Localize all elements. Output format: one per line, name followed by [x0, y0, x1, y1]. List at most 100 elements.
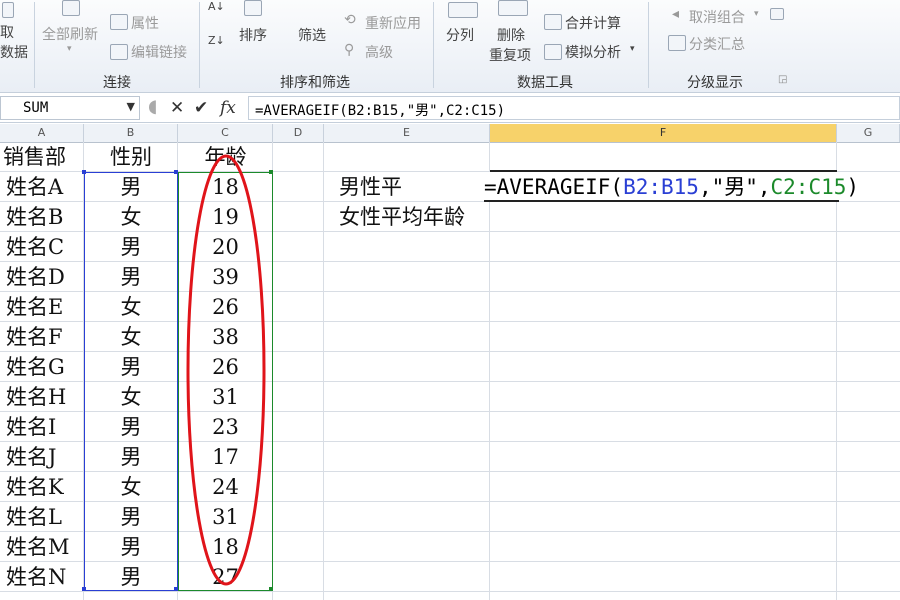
cell-name[interactable]: 姓名C — [6, 232, 64, 262]
edit-links-icon — [110, 44, 128, 60]
edit-cell-f2[interactable]: =AVERAGEIF(B2:B15,"男",C2:C15) — [484, 172, 859, 202]
formula-bar: SUM ▼ ◖ ✕ ✔ fx =AVERAGEIF(B2:B15,"男",C2:… — [0, 94, 900, 123]
outline-group-label: 分级显示 — [687, 75, 743, 91]
grid-vline — [489, 142, 490, 600]
cell-name[interactable]: 姓名K — [6, 472, 64, 502]
range-handle[interactable] — [82, 170, 86, 174]
chevron-down-icon: ▾ — [754, 9, 759, 19]
remove-duplicates-icon — [498, 0, 528, 16]
cell-name[interactable]: 姓名A — [6, 172, 63, 202]
cell-name[interactable]: 姓名E — [6, 292, 63, 322]
remove-duplicates-button-line2[interactable]: 重复项 — [489, 45, 531, 65]
reapply-button[interactable]: 重新应用 — [365, 13, 421, 33]
subtotal-button[interactable]: 分类汇总 — [689, 34, 745, 54]
edit-cell-range-c: C2:C15 — [770, 175, 847, 199]
cell-name[interactable]: 姓名L — [6, 502, 62, 532]
range-handle[interactable] — [174, 587, 178, 591]
cell-name[interactable]: 姓名D — [6, 262, 65, 292]
refresh-all-icon — [62, 0, 80, 16]
remove-duplicates-button[interactable]: 删除 — [497, 25, 525, 45]
column-header-c[interactable]: C — [178, 124, 273, 142]
female-average-label[interactable]: 女性平均年龄 — [339, 202, 465, 232]
get-data-button[interactable]: 取 — [0, 22, 14, 42]
edit-cell-prefix: =AVERAGEIF( — [484, 175, 624, 199]
name-box-value: SUM — [23, 100, 49, 116]
ungroup-icon: ◂ — [672, 6, 680, 22]
range-highlight-b — [84, 172, 178, 591]
name-box[interactable]: SUM ▼ — [0, 96, 140, 120]
sort-descending-icon[interactable]: Z↓ — [208, 34, 225, 47]
ribbon-separator — [34, 2, 35, 88]
what-if-button[interactable]: 模拟分析 — [565, 42, 621, 62]
cancel-icon[interactable]: ✕ — [170, 98, 184, 118]
text-to-columns-button[interactable]: 分列 — [446, 25, 474, 45]
consolidate-icon — [544, 14, 562, 30]
advanced-filter-icon: ⚲ — [344, 42, 355, 58]
column-header-a[interactable]: A — [0, 124, 84, 142]
edit-cell-suffix: ) — [846, 175, 860, 199]
column-headers: A B C D E F G — [0, 124, 900, 143]
ribbon-separator — [199, 2, 200, 88]
ribbon-separator — [648, 2, 649, 88]
column-header-d[interactable]: D — [273, 124, 324, 142]
enter-icon[interactable]: ✔ — [194, 98, 208, 118]
range-handle[interactable] — [174, 170, 178, 174]
dialog-launcher-icon[interactable]: ◲ — [778, 74, 787, 85]
text-to-columns-icon — [448, 2, 478, 18]
chevron-down-icon: ▾ — [630, 44, 635, 54]
column-header-b[interactable]: B — [84, 124, 178, 142]
column-header-f[interactable]: F — [490, 124, 837, 142]
grid-vline — [323, 142, 324, 600]
cell-c1[interactable]: 年龄 — [178, 142, 273, 172]
range-handle[interactable] — [269, 587, 273, 591]
column-header-g[interactable]: G — [837, 124, 900, 142]
male-average-label[interactable]: 男性平 — [339, 172, 489, 202]
cell-name[interactable]: 姓名G — [6, 352, 65, 382]
range-handle[interactable] — [82, 587, 86, 591]
cell-b1[interactable]: 性别 — [84, 142, 178, 172]
cell-name[interactable]: 姓名N — [6, 562, 66, 592]
connections-group-label: 连接 — [103, 75, 131, 91]
formula-bar-handle-icon[interactable]: ◖ — [148, 96, 157, 117]
sort-button[interactable]: 排序 — [239, 25, 267, 45]
chevron-down-icon: ▾ — [67, 44, 72, 54]
reapply-icon: ⟲ — [344, 12, 356, 28]
get-data-icon — [2, 2, 14, 18]
range-highlight-c — [178, 172, 273, 591]
cell-a1[interactable]: 销售部 — [3, 142, 66, 172]
cell-name[interactable]: 姓名F — [6, 322, 63, 352]
cell-name[interactable]: 姓名M — [6, 532, 70, 562]
chevron-down-icon[interactable]: ▼ — [127, 100, 135, 113]
insert-function-icon[interactable]: fx — [220, 98, 236, 118]
edit-links-button[interactable]: 编辑链接 — [131, 42, 187, 62]
get-data-label-2: 数据 — [0, 45, 28, 61]
edit-cell-criteria: ,"男", — [698, 175, 771, 199]
get-data-label-1: 取 — [0, 25, 14, 41]
get-data-button-line2[interactable]: 数据 — [0, 42, 28, 62]
formula-text: =AVERAGEIF(B2:B15,"男",C2:C15) — [255, 103, 506, 119]
properties-icon — [110, 14, 128, 30]
formula-input[interactable]: =AVERAGEIF(B2:B15,"男",C2:C15) — [248, 96, 900, 120]
ungroup-button[interactable]: 取消组合 — [689, 7, 745, 27]
subtotal-icon — [668, 35, 686, 51]
show-detail-icon[interactable] — [770, 8, 784, 20]
properties-button[interactable]: 属性 — [131, 13, 159, 33]
edit-cell-range-b: B2:B15 — [623, 175, 699, 199]
cell-name[interactable]: 姓名J — [6, 442, 56, 472]
ribbon-separator — [433, 2, 434, 88]
cell-name[interactable]: 姓名B — [6, 202, 63, 232]
data-tools-group-label: 数据工具 — [517, 75, 573, 91]
consolidate-button[interactable]: 合并计算 — [565, 13, 621, 33]
cell-name[interactable]: 姓名H — [6, 382, 66, 412]
ribbon: 取 数据 全部刷新 ▾ 属性 编辑链接 连接 A↓ Z↓ 排序 筛选 ⟲ 重新应… — [0, 0, 900, 93]
filter-button[interactable]: 筛选 — [298, 25, 326, 45]
sort-filter-group-label: 排序和筛选 — [280, 75, 350, 91]
what-if-icon — [544, 44, 562, 60]
advanced-button[interactable]: 高级 — [365, 42, 393, 62]
sort-icon — [244, 0, 262, 16]
refresh-all-button[interactable]: 全部刷新 — [42, 24, 98, 44]
sort-ascending-icon[interactable]: A↓ — [208, 0, 225, 13]
range-handle[interactable] — [269, 170, 273, 174]
column-header-e[interactable]: E — [324, 124, 490, 142]
cell-name[interactable]: 姓名I — [6, 412, 56, 442]
